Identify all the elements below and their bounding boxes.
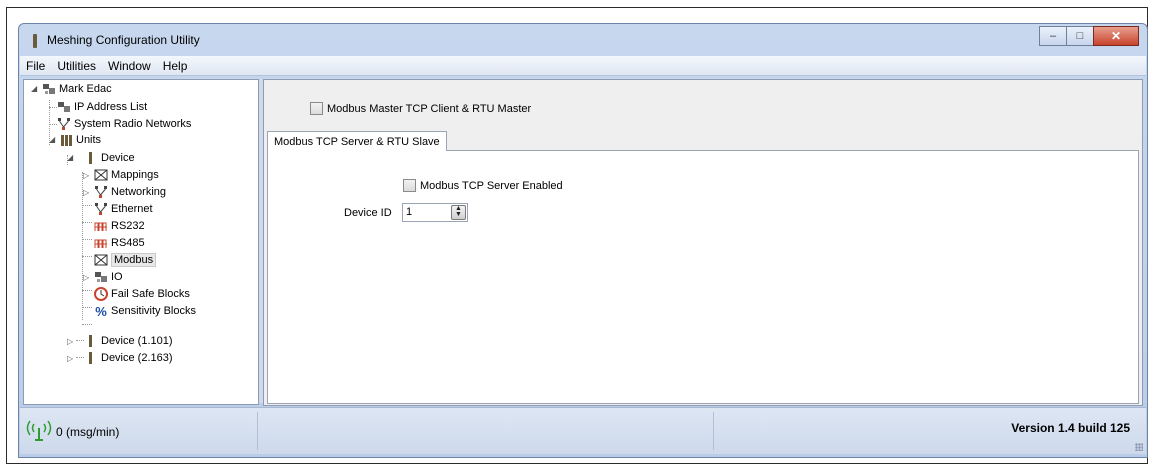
device-id-spinbox[interactable]: 1 ▲ ▼ bbox=[402, 203, 468, 222]
menu-file[interactable]: File bbox=[20, 59, 51, 73]
tree-item-io[interactable]: IO bbox=[94, 269, 123, 285]
tab-modbus-server[interactable]: Modbus TCP Server & RTU Slave bbox=[267, 131, 447, 151]
server-enabled-label: Modbus TCP Server Enabled bbox=[420, 179, 563, 192]
serial-port-icon bbox=[94, 219, 108, 233]
network-cluster-icon bbox=[42, 82, 56, 96]
tree-label-modbus: Modbus bbox=[111, 253, 157, 267]
device-icon bbox=[84, 151, 98, 165]
tree-label-networking: Networking bbox=[111, 186, 167, 198]
tree-label-device-2: Device (1.101) bbox=[101, 335, 173, 347]
expand-device-icon[interactable]: ◢ bbox=[67, 153, 73, 162]
minimize-button[interactable]: – bbox=[1039, 26, 1067, 46]
device-icon bbox=[84, 334, 98, 348]
failsafe-icon bbox=[94, 287, 108, 301]
tree-item-mappings[interactable]: Mappings bbox=[94, 167, 159, 183]
master-label: Modbus Master TCP Client & RTU Master bbox=[327, 102, 532, 115]
tree-label-rs232: RS232 bbox=[111, 220, 145, 232]
tree-item-networking[interactable]: Networking bbox=[94, 184, 166, 200]
menu-help[interactable]: Help bbox=[157, 59, 194, 73]
tree-label-root: Mark Edac bbox=[59, 83, 112, 95]
tab-page: Modbus TCP Server Enabled Device ID 1 ▲ ▼ bbox=[267, 150, 1139, 404]
expand-device2-icon[interactable]: ▷ bbox=[67, 337, 73, 346]
menu-utilities[interactable]: Utilities bbox=[51, 59, 102, 73]
tree-label-ethernet: Ethernet bbox=[111, 203, 153, 215]
expand-networking-icon[interactable]: ▷ bbox=[83, 188, 89, 197]
status-segment-middle bbox=[258, 412, 714, 450]
close-button[interactable]: ✕ bbox=[1093, 26, 1139, 46]
ip-list-icon bbox=[57, 100, 71, 114]
tree-label-io: IO bbox=[111, 271, 123, 283]
networking-icon bbox=[94, 185, 108, 199]
status-bar: 0 (msg/min) Version 1.4 build 125 bbox=[20, 407, 1146, 454]
tree-item-rs232[interactable]: RS232 bbox=[94, 218, 145, 234]
content-panel: Modbus Master TCP Client & RTU Master Mo… bbox=[263, 79, 1143, 406]
units-icon bbox=[59, 133, 73, 147]
server-enabled-option[interactable]: Modbus TCP Server Enabled bbox=[403, 179, 563, 192]
tree-label-mappings: Mappings bbox=[111, 169, 159, 181]
tree-item-sensitivity[interactable]: % Sensitivity Blocks bbox=[94, 303, 196, 319]
tree-item-root[interactable]: Mark Edac bbox=[42, 81, 112, 97]
tree-item-rs485[interactable]: RS485 bbox=[94, 235, 145, 251]
mappings-icon bbox=[94, 168, 108, 182]
expand-device3-icon[interactable]: ▷ bbox=[67, 354, 73, 363]
tree-label-radio-networks: System Radio Networks bbox=[74, 118, 192, 130]
tree-panel[interactable]: ◢ Mark Edac IP Address List System Radio… bbox=[23, 79, 259, 405]
tree-item-device-3[interactable]: Device (2.163) bbox=[84, 350, 173, 366]
master-option[interactable]: Modbus Master TCP Client & RTU Master bbox=[310, 102, 531, 115]
app-icon bbox=[33, 34, 37, 48]
maximize-button[interactable]: □ bbox=[1066, 26, 1094, 46]
tree-label-rs485: RS485 bbox=[111, 237, 145, 249]
menu-bar: File Utilities Window Help bbox=[20, 56, 1146, 76]
master-checkbox[interactable] bbox=[310, 102, 323, 115]
expand-units-icon[interactable]: ◢ bbox=[49, 135, 55, 144]
menu-window[interactable]: Window bbox=[102, 59, 157, 73]
percent-icon: % bbox=[95, 303, 107, 319]
tree-item-units[interactable]: Units bbox=[59, 132, 101, 148]
tree-label-device-3: Device (2.163) bbox=[101, 352, 173, 364]
status-segment-rate: 0 (msg/min) bbox=[20, 412, 258, 450]
tree-item-fail-safe[interactable]: Fail Safe Blocks bbox=[94, 286, 190, 302]
expand-root-icon[interactable]: ◢ bbox=[31, 84, 37, 93]
ethernet-icon bbox=[94, 202, 108, 216]
device-id-label: Device ID bbox=[344, 207, 392, 219]
tree-item-device-2[interactable]: Device (1.101) bbox=[84, 333, 173, 349]
app-window: Meshing Configuration Utility – □ ✕ File… bbox=[18, 23, 1148, 458]
io-icon bbox=[94, 270, 108, 284]
device-id-value[interactable]: 1 bbox=[406, 206, 412, 218]
device-icon bbox=[84, 351, 98, 365]
server-enabled-checkbox[interactable] bbox=[403, 179, 416, 192]
tree-item-modbus[interactable]: Modbus bbox=[94, 252, 157, 268]
tree-label-fail-safe: Fail Safe Blocks bbox=[111, 288, 190, 300]
resize-grip-icon[interactable] bbox=[1135, 443, 1143, 451]
tree-item-ethernet[interactable]: Ethernet bbox=[94, 201, 153, 217]
signal-antenna-icon bbox=[26, 420, 52, 441]
network-topology-icon bbox=[57, 117, 71, 131]
version-label: Version 1.4 build 125 bbox=[1011, 421, 1130, 435]
message-rate: 0 (msg/min) bbox=[56, 425, 120, 439]
window-controls: – □ ✕ bbox=[1039, 26, 1139, 46]
tree-item-ip-list[interactable]: IP Address List bbox=[57, 99, 147, 115]
serial-port-icon bbox=[94, 236, 108, 250]
tree-label-sensitivity: Sensitivity Blocks bbox=[111, 305, 196, 317]
window-title: Meshing Configuration Utility bbox=[47, 33, 200, 47]
modbus-icon bbox=[94, 253, 108, 267]
tree-item-radio-networks[interactable]: System Radio Networks bbox=[57, 116, 191, 132]
tree-label-units: Units bbox=[76, 134, 102, 146]
tree-item-device[interactable]: Device bbox=[84, 150, 135, 166]
expand-io-icon[interactable]: ▷ bbox=[83, 273, 89, 282]
expand-mappings-icon[interactable]: ▷ bbox=[83, 171, 89, 180]
title-bar[interactable]: Meshing Configuration Utility – □ ✕ bbox=[19, 24, 1147, 56]
tree-label-device: Device bbox=[101, 152, 135, 164]
spin-arrows-icon[interactable]: ▲ ▼ bbox=[451, 205, 466, 220]
tree-label-ip-list: IP Address List bbox=[74, 101, 148, 113]
